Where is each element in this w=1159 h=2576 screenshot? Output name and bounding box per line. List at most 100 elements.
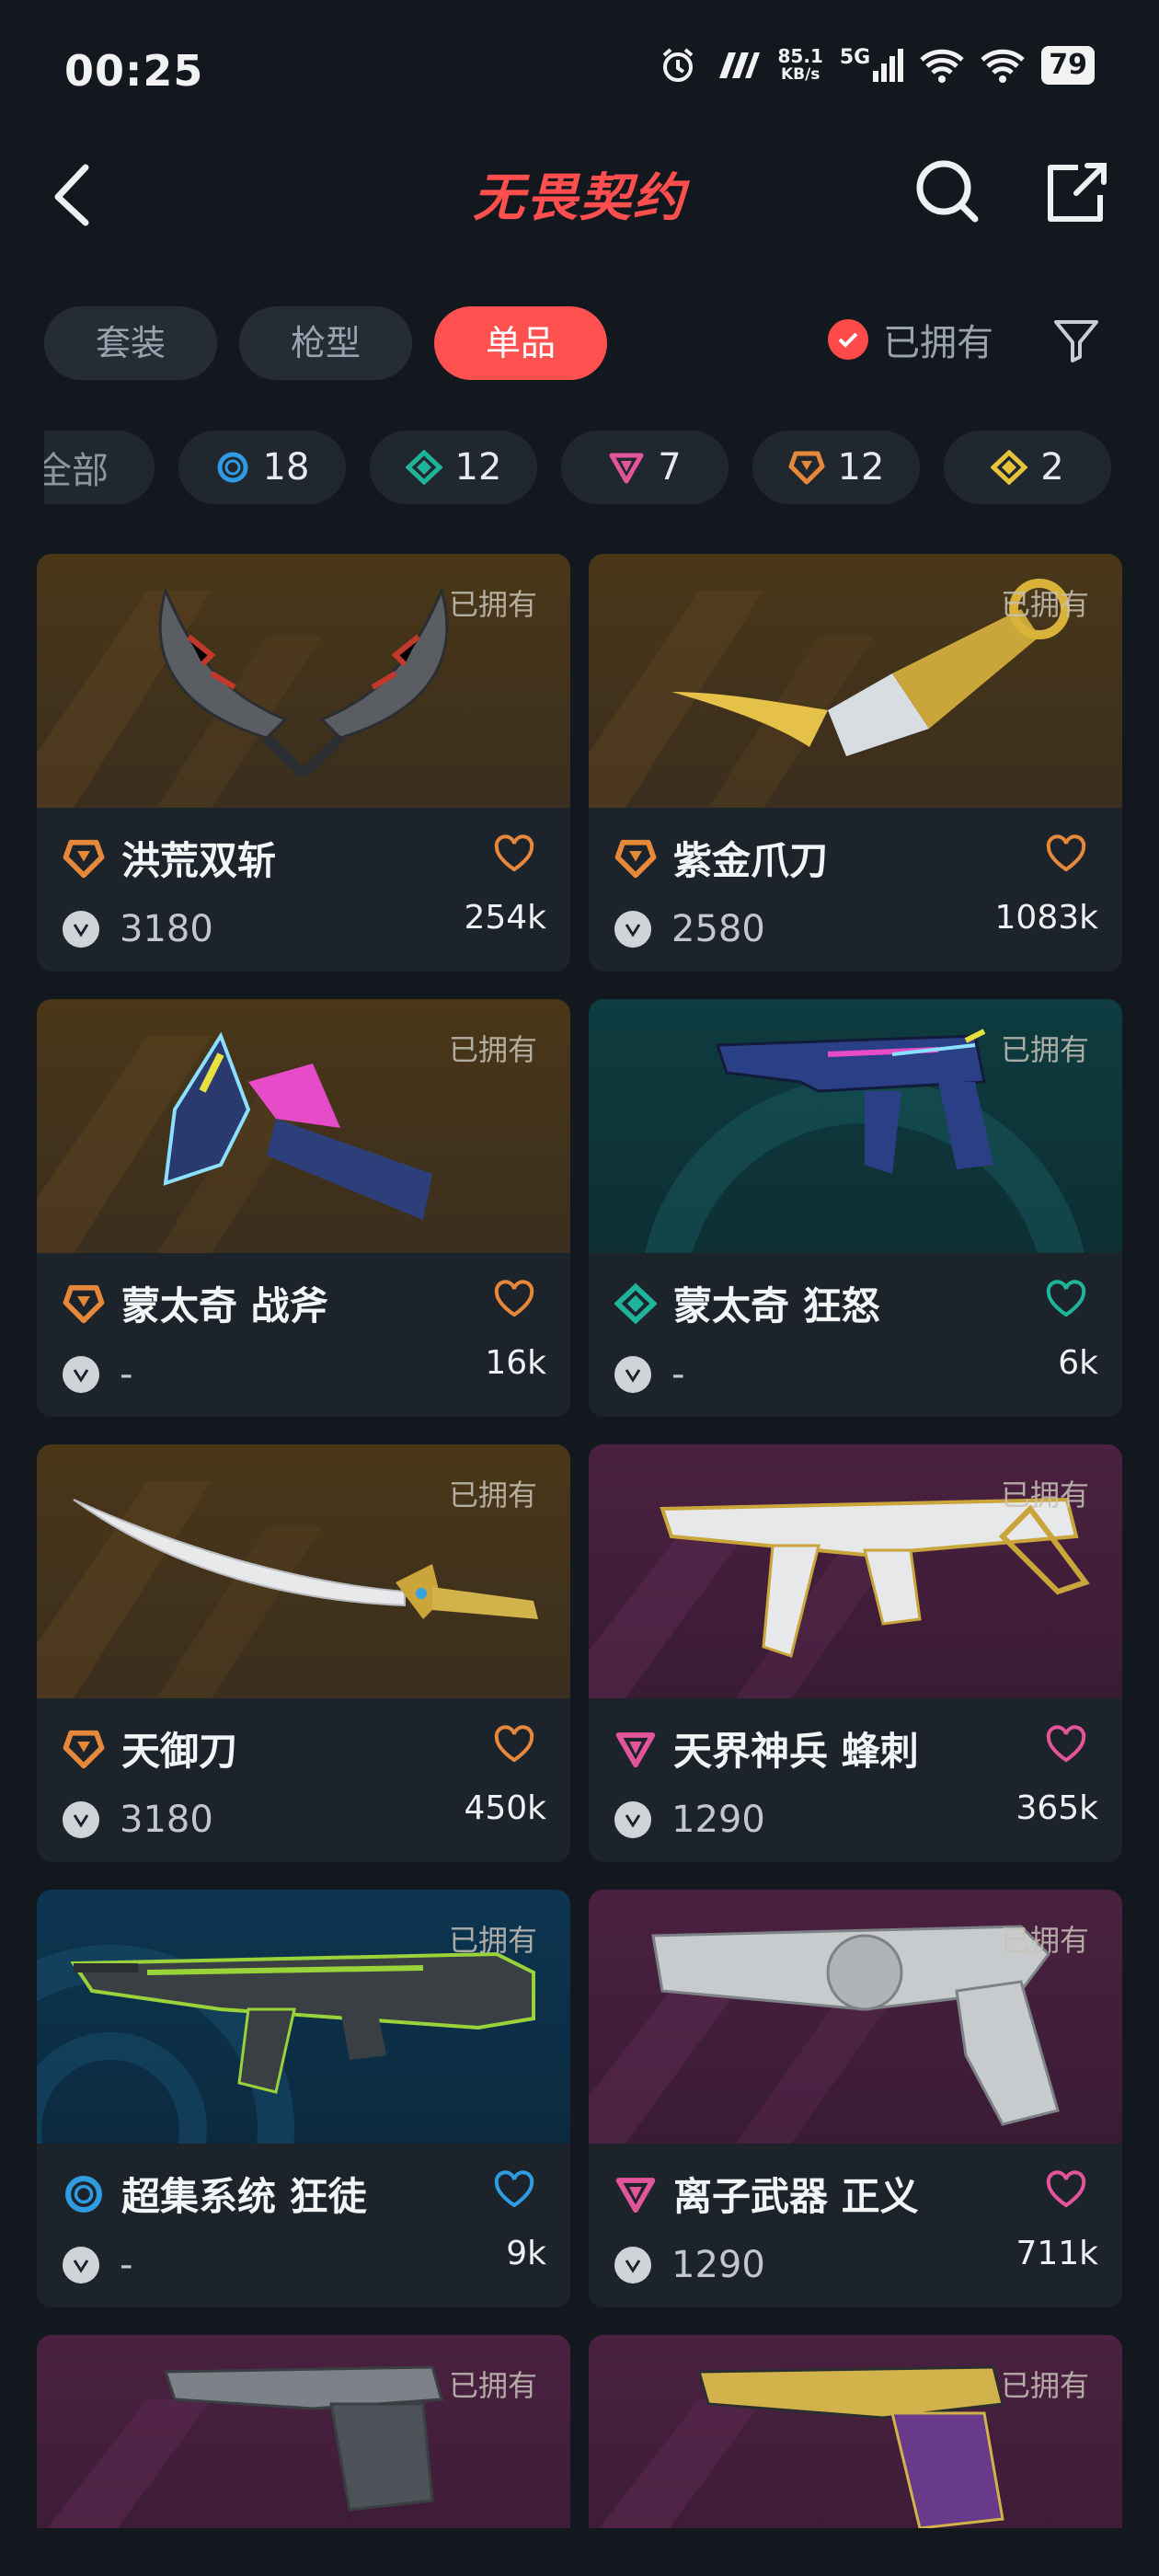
tab-single-item[interactable]: 单品 <box>434 306 607 380</box>
cell-signal-icon: 5G <box>840 46 904 82</box>
owned-tag: 已拥有 <box>1000 587 1089 622</box>
price-row: 1290 <box>614 2244 765 2286</box>
heart-icon[interactable] <box>1045 1280 1087 1318</box>
chip-ultra[interactable]: 2 <box>944 431 1111 504</box>
rarity-filter-chips: 全部 18 12 7 12 2 <box>44 431 1148 508</box>
orange-pentagon-icon <box>63 839 105 878</box>
item-name: 紫金爪刀 <box>673 838 829 883</box>
item-name: 洪荒双斩 <box>121 838 277 883</box>
chip-deluxe[interactable]: 12 <box>370 431 537 504</box>
orange-pentagon-icon <box>614 839 657 878</box>
item-name: 超集系统 狂徒 <box>121 2174 367 2219</box>
name-row: 离子武器 正义 <box>614 2166 919 2222</box>
battery-icon: 79 <box>1041 46 1095 85</box>
tab-gun-type[interactable]: 枪型 <box>239 306 412 380</box>
vp-currency-icon <box>63 1356 99 1393</box>
name-row: 紫金爪刀 <box>614 830 828 886</box>
owned-toggle[interactable]: 已拥有 <box>828 313 993 366</box>
like-count: 6k <box>1058 1344 1098 1382</box>
owned-tag: 已拥有 <box>1000 2368 1089 2403</box>
filter-icon[interactable] <box>1049 313 1104 368</box>
vp-currency-icon <box>63 1801 99 1838</box>
price-row: - <box>63 1353 132 1396</box>
item-card[interactable]: 已拥有 天界神兵 蜂刺 1290 365k <box>589 1444 1122 1862</box>
item-card[interactable]: 已拥有 洪荒双斩 3180 254k <box>37 554 570 972</box>
orange-pentagon-icon <box>63 1730 105 1768</box>
name-row: 蒙太奇 战斧 <box>63 1275 328 1331</box>
page-title: 无畏契约 <box>473 168 686 228</box>
item-price: 3180 <box>120 908 213 950</box>
price-row: - <box>63 2244 132 2286</box>
heart-icon[interactable] <box>493 834 535 873</box>
item-card[interactable]: 已拥有 <box>589 2335 1122 2528</box>
heart-icon[interactable] <box>1045 1725 1087 1764</box>
item-name: 天界神兵 蜂刺 <box>673 1729 919 1774</box>
like-count: 9k <box>506 2235 546 2272</box>
owned-tag: 已拥有 <box>1000 1032 1089 1067</box>
item-price: - <box>120 1353 133 1396</box>
item-card[interactable]: 已拥有 紫金爪刀 2580 1083k <box>589 554 1122 972</box>
pink-triangle-icon <box>615 1731 656 1767</box>
chip-label: 全部 <box>44 450 109 492</box>
item-name: 蒙太奇 狂怒 <box>673 1283 880 1328</box>
tab-suits[interactable]: 套装 <box>44 306 217 380</box>
like-count: 365k <box>1016 1789 1098 1827</box>
item-name: 离子武器 正义 <box>673 2174 919 2219</box>
like-count: 450k <box>464 1789 546 1827</box>
chip-label: 12 <box>454 446 502 489</box>
chip-label: 2 <box>1040 446 1064 489</box>
name-row: 超集系统 狂徒 <box>63 2166 367 2222</box>
chip-select[interactable]: 18 <box>178 431 346 504</box>
item-image: 已拥有 <box>37 1444 570 1698</box>
price-row: - <box>614 1353 684 1396</box>
price-row: 3180 <box>63 908 213 950</box>
orange-pentagon-icon <box>63 1284 105 1323</box>
app-header: 无畏契约 <box>0 138 1159 248</box>
name-row: 天界神兵 蜂刺 <box>614 1720 919 1777</box>
item-card[interactable]: 已拥有 天御刀 3180 450k <box>37 1444 570 1862</box>
owned-tag: 已拥有 <box>448 1478 537 1512</box>
item-price: 3180 <box>120 1799 213 1841</box>
like-count: 16k <box>485 1344 546 1382</box>
pink-triangle-icon <box>609 453 644 484</box>
item-price: 2580 <box>671 908 765 950</box>
heart-icon[interactable] <box>1045 2170 1087 2209</box>
chip-all[interactable]: 全部 <box>44 431 155 504</box>
heart-icon[interactable] <box>493 2170 535 2209</box>
chip-premium[interactable]: 7 <box>561 431 729 504</box>
heart-icon[interactable] <box>493 1280 535 1318</box>
item-price: 1290 <box>671 2244 765 2286</box>
item-image: 已拥有 <box>589 2335 1122 2528</box>
owned-tag: 已拥有 <box>448 1923 537 1958</box>
item-price: 1290 <box>671 1799 765 1841</box>
wifi-icon-2 <box>981 49 1025 83</box>
name-row: 天御刀 <box>63 1720 237 1777</box>
chip-label: 12 <box>837 446 885 489</box>
teal-diamond-icon <box>614 1282 657 1324</box>
item-card[interactable]: 已拥有 蒙太奇 战斧 - 16k <box>37 999 570 1417</box>
heart-icon[interactable] <box>1045 834 1087 873</box>
item-card[interactable]: 已拥有 离子武器 正义 1290 711k <box>589 1890 1122 2307</box>
vp-currency-icon <box>63 911 99 948</box>
vp-currency-icon <box>614 911 651 948</box>
name-row: 洪荒双斩 <box>63 830 276 886</box>
search-button[interactable] <box>911 155 984 228</box>
heart-icon[interactable] <box>493 1725 535 1764</box>
teal-diamond-icon <box>405 450 442 485</box>
owned-tag: 已拥有 <box>1000 1478 1089 1512</box>
owned-tag: 已拥有 <box>1000 1923 1089 1958</box>
item-card[interactable]: 已拥有 蒙太奇 狂怒 - 6k <box>589 999 1122 1417</box>
like-count: 711k <box>1016 2235 1098 2272</box>
item-card[interactable]: 已拥有 <box>37 2335 570 2528</box>
vp-currency-icon <box>614 2247 651 2283</box>
like-count: 1083k <box>994 899 1098 937</box>
category-tabs: 套装 枪型 单品 <box>44 306 607 380</box>
like-count: 254k <box>464 899 546 937</box>
item-card[interactable]: 已拥有 超集系统 狂徒 - 9k <box>37 1890 570 2307</box>
chip-exclusive[interactable]: 12 <box>752 431 920 504</box>
share-button[interactable] <box>1039 155 1113 228</box>
item-image: 已拥有 <box>37 554 570 808</box>
chip-label: 7 <box>658 446 682 489</box>
network-speed: 85.1 KB/s <box>777 45 823 84</box>
price-row: 2580 <box>614 908 765 950</box>
